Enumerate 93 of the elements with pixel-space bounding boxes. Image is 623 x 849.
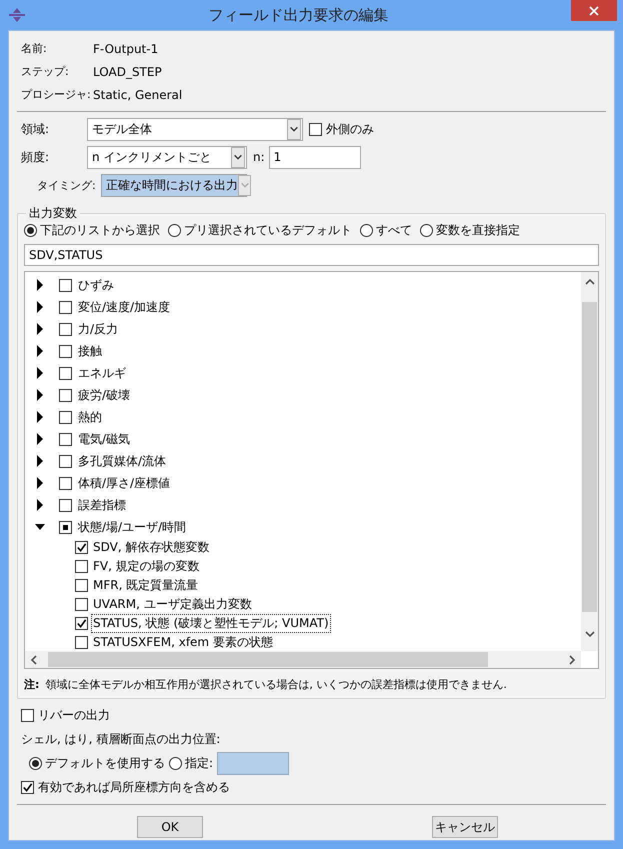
field-value: Static, General	[93, 88, 182, 102]
tree-item-label: 力/反力	[78, 320, 118, 338]
tree-item-label: 接触	[78, 342, 102, 360]
tree-item-label: 多孔質媒体/流体	[78, 452, 166, 470]
checkbox[interactable]	[59, 344, 72, 358]
checkbox[interactable]	[75, 598, 88, 611]
radio-label: デフォルトを使用する	[45, 754, 165, 772]
checkbox[interactable]	[75, 560, 88, 573]
radio-button[interactable]	[420, 224, 433, 236]
expand-triangle-icon[interactable]	[35, 301, 45, 313]
tree-item-label: エネルギ	[78, 364, 126, 382]
radio-button[interactable]	[24, 224, 37, 236]
field-label: n:	[253, 150, 265, 164]
expand-triangle-icon[interactable]	[35, 279, 45, 291]
expand-triangle-icon[interactable]	[35, 455, 45, 467]
tree-item-label: 誤差指標	[78, 496, 126, 514]
checkbox[interactable]	[75, 636, 88, 649]
checkbox-label: リバーの出力	[38, 706, 110, 724]
check-icon	[76, 542, 87, 553]
n-input-field[interactable]: 1	[268, 146, 361, 168]
checkbox[interactable]	[59, 454, 72, 468]
tree-item-label: 体積/厚さ/座標値	[78, 474, 170, 492]
checkbox[interactable]	[59, 520, 72, 534]
radio-label: 下記のリストから選択	[40, 222, 160, 238]
field-label: 領域:	[21, 120, 50, 138]
radio-button[interactable]	[168, 224, 181, 236]
field-value: F-Output-1	[93, 42, 158, 56]
cancel-button[interactable]: キャンセル	[432, 816, 498, 838]
note-text: 領域に全体モデルか相互作用が選択されている場合は, いくつかの誤差指標は使用できません.	[45, 677, 507, 692]
expand-triangle-icon[interactable]	[35, 323, 45, 335]
variables-input-field[interactable]: SDV,STATUS	[24, 244, 599, 266]
section-label: シェル, はり, 積層断面点の出力位置:	[21, 730, 220, 748]
checkbox[interactable]	[59, 476, 72, 490]
checkbox[interactable]	[21, 780, 34, 794]
tree-item-label: 電気/磁気	[78, 430, 130, 448]
expand-triangle-icon[interactable]	[35, 499, 45, 511]
tree-item-label: 疲労/破壊	[78, 386, 130, 404]
checkbox-label: 外側のみ	[326, 120, 374, 138]
checkbox[interactable]	[59, 388, 72, 402]
radio-label: プリ選択されているデフォルト	[184, 222, 352, 238]
expand-triangle-icon[interactable]	[35, 389, 45, 401]
checkbox[interactable]	[75, 541, 88, 554]
field-label: 名前:	[21, 41, 48, 56]
checkbox[interactable]	[21, 708, 34, 722]
checkbox[interactable]	[59, 498, 72, 512]
checkbox[interactable]	[59, 410, 72, 424]
radio-label: 指定:	[185, 754, 214, 772]
close-icon	[589, 6, 599, 16]
field-value: LOAD_STEP	[93, 64, 162, 78]
radio-button[interactable]	[29, 756, 42, 770]
domain-dropdown[interactable]: モデル全体	[87, 118, 303, 140]
tree-item-label: 熱的	[78, 408, 102, 426]
tree-item-label: MFR, 既定質量流量	[92, 577, 200, 594]
expand-triangle-icon[interactable]	[35, 433, 45, 445]
tree-item-label: 変位/速度/加速度	[78, 298, 170, 316]
checkbox[interactable]	[59, 322, 72, 336]
check-icon	[76, 618, 87, 629]
checkbox[interactable]	[59, 432, 72, 446]
tree-item-label: 状態/場/ユーザ/時間	[78, 518, 186, 536]
check-icon	[22, 782, 33, 792]
expand-triangle-icon[interactable]	[35, 367, 45, 379]
specify-input-field[interactable]	[217, 752, 290, 774]
tree-item-label: SDV, 解依存状態変数	[92, 539, 210, 556]
radio-label: 変数を直接指定	[436, 222, 520, 238]
checkbox-label: 有効であれば局所座標方向を含める	[38, 778, 230, 796]
field-label: ステップ:	[21, 64, 70, 79]
radio-label: すべて	[376, 222, 412, 238]
note-label: 注:	[24, 677, 40, 692]
checkbox[interactable]	[75, 617, 88, 630]
tree-item-label: ひずみ	[78, 276, 114, 294]
tree-item-label: UVARM, ユーザ定義出力変数	[92, 596, 253, 613]
field-label: タイミング:	[37, 178, 97, 192]
expand-triangle-icon[interactable]	[35, 477, 45, 489]
checkbox[interactable]	[59, 300, 72, 314]
radio-button[interactable]	[360, 224, 373, 236]
expand-triangle-icon[interactable]	[35, 345, 45, 357]
frequency-dropdown[interactable]: n インクリメントごと	[87, 146, 247, 168]
ok-button[interactable]: OK	[137, 816, 203, 838]
app-icon	[8, 8, 26, 22]
radio-button[interactable]	[169, 756, 182, 770]
tree-item-label: STATUS, 状態 (破壊と塑性モデル; VUMAT)	[91, 614, 331, 633]
checkbox[interactable]	[75, 579, 88, 592]
checkbox[interactable]	[59, 366, 72, 380]
tree-item-label: FV, 規定の場の変数	[92, 558, 201, 575]
group-title: 出力変数	[26, 205, 80, 222]
checkbox[interactable]	[59, 278, 72, 292]
field-label: 頻度:	[21, 148, 50, 166]
expand-triangle-icon[interactable]	[35, 411, 45, 423]
window-title: フィールド出力要求の編集	[208, 6, 390, 24]
checkbox[interactable]	[309, 122, 322, 136]
close-button[interactable]	[571, 0, 617, 21]
field-label: プロシージャ:	[21, 87, 92, 102]
tree-item-label: STATUSXFEM, xfem 要素の状態	[92, 634, 274, 651]
